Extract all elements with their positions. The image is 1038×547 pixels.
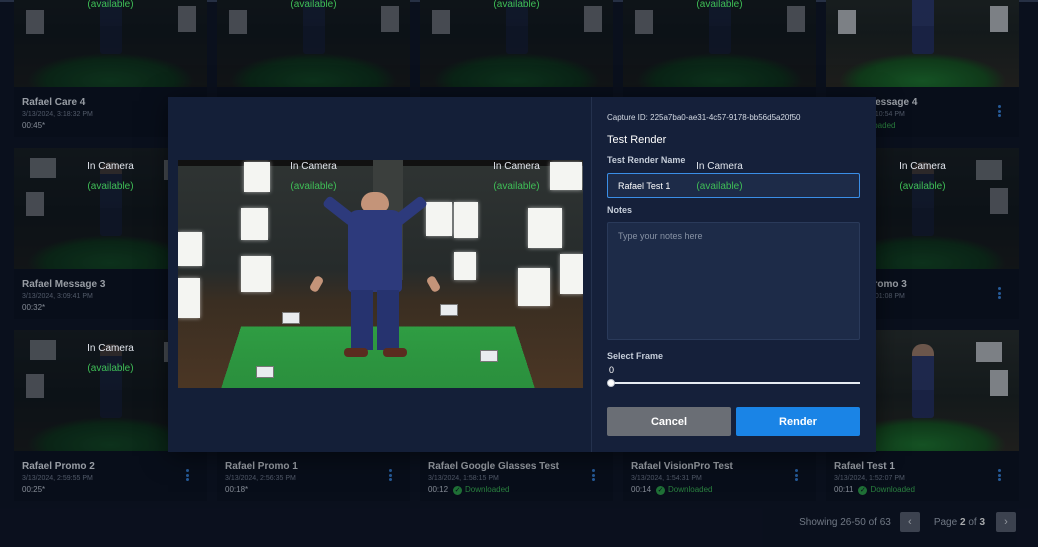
available-label: (available) (493, 181, 540, 192)
available-label: (available) (87, 0, 134, 10)
light-panel (518, 268, 550, 306)
available-label: (available) (696, 181, 743, 192)
light-panel (426, 202, 452, 236)
light-panel (178, 232, 202, 266)
frame-slider-thumb[interactable] (607, 379, 615, 387)
subject-hand (308, 274, 325, 294)
in-camera-label: In Camera (696, 161, 743, 172)
available-label: (available) (290, 181, 337, 192)
light-panel (528, 208, 562, 248)
camera-status: In Camera (available) (420, 0, 613, 12)
light-panel (454, 252, 476, 280)
available-label: (available) (87, 181, 134, 192)
notes-label: Notes (607, 205, 633, 215)
available-label: (available) (696, 0, 743, 10)
subject-hand (425, 274, 442, 294)
subject-shoe (344, 348, 368, 357)
camera-status: In Camera (available) (217, 0, 410, 12)
available-label: (available) (493, 0, 540, 10)
available-label: (available) (290, 0, 337, 10)
light-panel (454, 202, 478, 238)
camera-status: In Camera (available) (623, 160, 816, 194)
floor-marker (440, 304, 458, 316)
cancel-button[interactable]: Cancel (607, 407, 731, 436)
in-camera-label: In Camera (87, 161, 134, 172)
test-render-dialog: Capture ID: 225a7ba0-ae31-4c57-9178-bb56… (168, 97, 876, 452)
subject-shoe (383, 348, 407, 357)
camera-status: In Camera (available) (420, 160, 613, 194)
capture-id: Capture ID: 225a7ba0-ae31-4c57-9178-bb56… (607, 113, 801, 122)
camera-status: In Camera (available) (14, 160, 207, 194)
notes-textarea[interactable] (607, 222, 860, 340)
camera-status: In Camera (available) (217, 160, 410, 194)
frame-slider-track[interactable] (610, 382, 860, 384)
in-camera-label: In Camera (493, 161, 540, 172)
floor-marker (282, 312, 300, 324)
camera-status: In Camera (available) (14, 0, 207, 12)
frame-preview-image (178, 160, 583, 388)
frame-value: 0 (609, 365, 615, 375)
render-button[interactable]: Render (736, 407, 860, 436)
camera-status: In Camera (available) (623, 0, 816, 12)
camera-status: In Camera (available) (826, 160, 1019, 194)
in-camera-label: In Camera (899, 161, 946, 172)
floor-marker (480, 350, 498, 362)
render-form: Capture ID: 225a7ba0-ae31-4c57-9178-bb56… (607, 97, 861, 452)
subject-head (361, 192, 389, 212)
subject-torso (348, 210, 402, 292)
dialog-title: Test Render (607, 134, 667, 146)
in-camera-label: In Camera (290, 161, 337, 172)
in-camera-label: In Camera (87, 343, 134, 354)
subject-leg (377, 290, 399, 350)
available-label: (available) (899, 181, 946, 192)
available-label: (available) (87, 363, 134, 374)
select-frame-label: Select Frame (607, 351, 664, 361)
subject-leg (351, 290, 373, 350)
light-panel (178, 278, 200, 318)
floor-marker (256, 366, 274, 378)
light-panel (241, 256, 271, 292)
light-panel (241, 208, 268, 240)
frame-preview-pane (168, 97, 592, 452)
light-panel (560, 254, 583, 294)
camera-status: In Camera (available) (14, 342, 207, 376)
